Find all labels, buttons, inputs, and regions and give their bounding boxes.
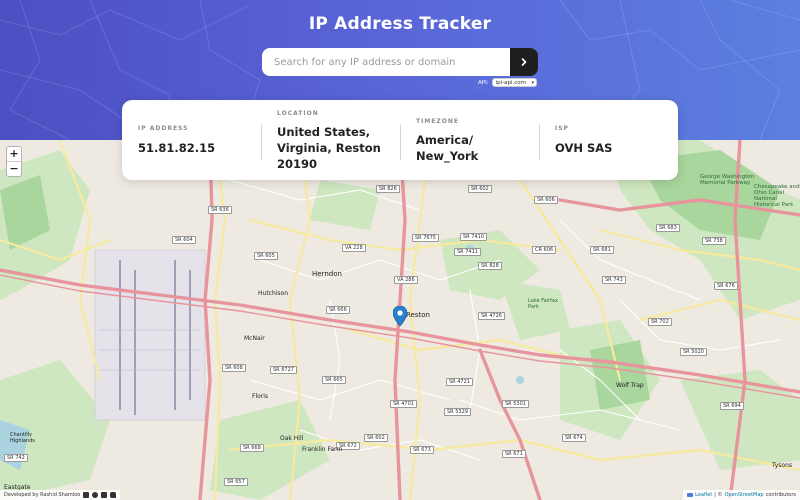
place-label: Chantilly Highlands: [10, 432, 35, 444]
road-label: SR 5329: [444, 408, 471, 416]
road-label: SR 742: [4, 454, 28, 462]
road-label: SR 673: [410, 446, 434, 454]
divider: [400, 124, 401, 160]
place-label: Franklin Farm: [302, 446, 343, 453]
chevron-down-icon: ▾: [531, 80, 534, 86]
place-label: McNair: [244, 335, 265, 342]
road-label: SR 7675: [412, 234, 439, 242]
info-value: 51.81.82.15: [138, 141, 216, 155]
road-label: SR 8727: [270, 366, 297, 374]
page-title: IP Address Tracker: [308, 14, 492, 34]
place-label: Wolf Trap: [616, 382, 644, 389]
road-label: CR 606: [532, 246, 557, 254]
info-timezone: TIMEZONE America/ New_York: [400, 100, 539, 180]
attribution-contributors: contributors: [765, 492, 796, 498]
zoom-in-button[interactable]: +: [7, 147, 21, 161]
openstreetmap-link[interactable]: OpenStreetMap: [724, 492, 763, 498]
info-label: IP ADDRESS: [138, 125, 189, 132]
ip-info-card: IP ADDRESS 51.81.82.15 LOCATION United S…: [122, 100, 678, 180]
developer-text: Developed by Rashid Shamloo: [4, 492, 81, 498]
developer-credit: Developed by Rashid Shamloo: [0, 490, 121, 500]
road-label: VA 228: [342, 244, 366, 252]
place-label: Herndon: [312, 270, 342, 278]
road-label: SR 4726: [478, 312, 505, 320]
map-attribution: Leaflet | © OpenStreetMap contributors: [683, 490, 800, 500]
attribution-separator: | ©: [714, 492, 723, 498]
road-label: SR 826: [376, 185, 400, 193]
road-label: SR 605: [254, 252, 278, 260]
info-value: United States, Virginia, Reston 20190: [277, 125, 381, 171]
road-label: SR 4701: [390, 400, 417, 408]
github-icon[interactable]: [92, 492, 99, 498]
divider: [261, 124, 262, 160]
road-label: SR 738: [702, 237, 726, 245]
road-label: SR 4721: [446, 378, 473, 386]
place-label: Reston: [406, 311, 430, 319]
info-label: TIMEZONE: [416, 118, 459, 125]
road-label: SR 608: [222, 364, 246, 372]
api-select[interactable]: ipi-api.com ▾: [491, 78, 537, 87]
leaflet-flag-icon: [687, 493, 694, 497]
road-label: SR 666: [326, 306, 350, 314]
place-label: Lake Fairfax Park: [528, 298, 558, 310]
road-label: SR 671: [502, 450, 526, 458]
road-label: SR 676: [714, 282, 738, 290]
road-label: SR 668: [240, 444, 264, 452]
info-ip-address: IP ADDRESS 51.81.82.15: [122, 100, 261, 180]
road-label: SR 702: [648, 318, 672, 326]
api-label: API:: [478, 79, 489, 86]
road-label: SR 743: [602, 276, 626, 284]
map-pin-icon: [392, 305, 408, 327]
road-label: SR 7411: [454, 248, 481, 256]
road-label: SR 7410: [460, 233, 487, 241]
place-label: Hutchison: [258, 290, 289, 297]
road-label: SR 606: [534, 196, 558, 204]
road-label: SR 683: [656, 224, 680, 232]
place-label: George Washington Memorial Parkway: [700, 174, 755, 186]
location-marker-icon[interactable]: [392, 305, 408, 330]
zoom-control: + −: [6, 146, 22, 177]
search-button[interactable]: [510, 48, 538, 76]
info-label: ISP: [555, 125, 569, 132]
linkedin-icon[interactable]: [101, 492, 108, 498]
zoom-out-button[interactable]: −: [7, 161, 21, 176]
chevron-right-icon: [521, 58, 527, 66]
api-select-value: ipi-api.com: [495, 80, 526, 86]
info-value: OVH SAS: [555, 141, 613, 155]
road-label: SR 657: [224, 478, 248, 486]
place-label: Tysons: [772, 462, 793, 469]
email-icon[interactable]: [83, 492, 90, 498]
search-input[interactable]: [262, 48, 510, 76]
info-location: LOCATION United States, Virginia, Reston…: [261, 100, 400, 180]
info-label: LOCATION: [277, 110, 319, 117]
info-isp: ISP OVH SAS: [539, 100, 678, 180]
road-label: SR 636: [208, 206, 232, 214]
road-label: SR 681: [590, 246, 614, 254]
place-label: Oak Hill: [280, 435, 304, 442]
place-label: Chesapeake and Ohio Canal National Histo…: [754, 184, 800, 208]
road-label: SR 665: [322, 376, 346, 384]
road-label: SR 602: [364, 434, 388, 442]
road-label: SR 674: [562, 434, 586, 442]
road-label: SR 694: [720, 402, 744, 410]
info-value: America/ New_York: [416, 133, 479, 163]
place-label: Floris: [252, 393, 269, 400]
search-bar: [262, 48, 538, 76]
api-selector-row: API: ipi-api.com ▾: [478, 78, 537, 87]
leaflet-link[interactable]: Leaflet: [695, 492, 712, 498]
twitter-icon[interactable]: [110, 492, 117, 498]
road-label: SR 828: [478, 262, 502, 270]
road-label: SR 5020: [680, 348, 707, 356]
divider: [539, 124, 540, 160]
road-label: SR 602: [468, 185, 492, 193]
road-label: VA 286: [394, 276, 418, 284]
road-label: SR 5301: [502, 400, 529, 408]
road-label: SR 604: [172, 236, 196, 244]
